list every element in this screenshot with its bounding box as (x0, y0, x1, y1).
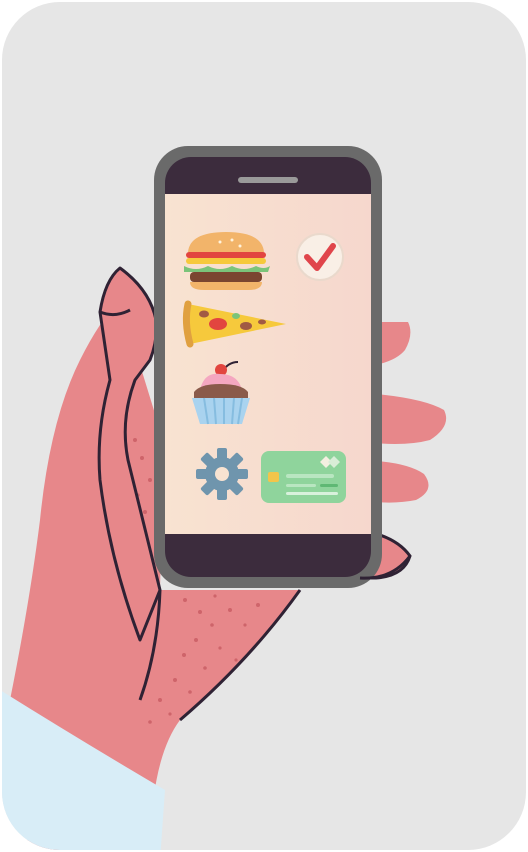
gear-icon[interactable] (196, 448, 248, 500)
scene-svg (2, 2, 526, 850)
smartphone (154, 146, 382, 588)
speaker-grille (238, 177, 298, 183)
check-icon[interactable] (296, 233, 344, 281)
credit-card-icon[interactable] (261, 451, 346, 503)
burger-icon[interactable] (184, 232, 270, 290)
illustration (0, 0, 528, 852)
